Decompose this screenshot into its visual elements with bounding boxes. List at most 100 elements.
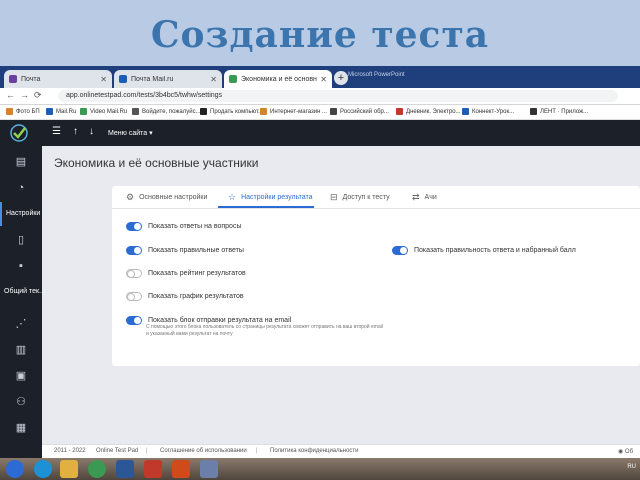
- bookmark-label: Video Mail.Ru: [90, 108, 128, 115]
- footer-link[interactable]: Политика конфиденциальности: [270, 448, 359, 454]
- tab-label: Почта: [21, 75, 41, 83]
- tab-label: Экономика и её основные уча: [241, 75, 317, 83]
- back-icon[interactable]: ←: [6, 90, 15, 100]
- sidebar-item-general-text[interactable]: Общий тек...: [0, 280, 60, 304]
- sidebar-item-stats-icon[interactable]: ▦: [0, 416, 42, 440]
- sidebar-item-settings[interactable]: Настройки: [0, 202, 42, 226]
- option-label: Показать правильность ответа и набранный…: [414, 247, 576, 254]
- bookmark-item[interactable]: Фото БП: [6, 108, 40, 115]
- arrow-up-icon[interactable]: ↑: [73, 126, 78, 137]
- footer-divider: |: [256, 448, 258, 454]
- toggle-switch[interactable]: [126, 246, 142, 255]
- sidebar-item-comment-icon[interactable]: ▪: [0, 254, 42, 278]
- url-field[interactable]: app.onlinetestpad.com/tests/3b4bc5/twhw/…: [58, 90, 618, 102]
- toggle-switch[interactable]: [126, 316, 142, 325]
- bookmark-item[interactable]: Mail.Ru: [46, 108, 76, 115]
- window-caption: Microsoft PowerPoint: [348, 72, 405, 78]
- option-show-correct-answers[interactable]: Показать правильные ответы: [126, 246, 244, 255]
- bookmark-label: ЛЕНТ · Прилож...: [540, 108, 589, 115]
- bookmarks-bar: Фото БП Mail.Ru Video Mail.Ru Войдите, п…: [0, 105, 640, 120]
- bookmark-icon: [330, 108, 337, 115]
- tab-basic-settings[interactable]: ⚙ Основные настройки: [126, 192, 207, 203]
- tab-result-settings[interactable]: ☆ Настройки результата: [228, 192, 313, 203]
- toggle-switch[interactable]: [126, 292, 142, 301]
- chrome-icon[interactable]: [88, 460, 106, 478]
- footer-link[interactable]: Соглашение об использовании: [160, 448, 247, 454]
- sidebar-item-image-icon[interactable]: ▣: [0, 364, 42, 388]
- sidebar-item-add-user-icon[interactable]: ⚇: [0, 390, 42, 414]
- footer-about-label: Об: [624, 449, 634, 455]
- hamburger-icon[interactable]: ☰: [52, 126, 61, 137]
- close-icon[interactable]: ✕: [100, 75, 107, 84]
- option-show-answers[interactable]: Показать ответы на вопросы: [126, 222, 241, 231]
- bookmark-icon: [462, 108, 469, 115]
- forward-icon[interactable]: →: [20, 90, 29, 100]
- ie-icon[interactable]: [34, 460, 52, 478]
- page-title: Экономика и её основные участники: [54, 156, 259, 170]
- toggle-knob: [400, 247, 407, 254]
- tab-label: Ачи: [424, 194, 437, 201]
- option-label: Показать рейтинг результатов: [148, 270, 246, 277]
- explorer-icon[interactable]: [60, 460, 78, 478]
- sidebar-item-chart-icon[interactable]: ⋰: [0, 312, 42, 336]
- browser-tab-active[interactable]: Экономика и её основные уча ✕: [224, 70, 332, 88]
- bookmark-item[interactable]: Войдите, пожалуйс...: [132, 108, 201, 115]
- filezilla-icon[interactable]: [144, 460, 162, 478]
- browser-tab[interactable]: Почта Mail.ru ✕: [114, 70, 222, 88]
- site-menu-button[interactable]: Меню сайта ▾: [108, 129, 153, 137]
- tab-test-access[interactable]: ⊟ Доступ к тесту: [330, 192, 390, 203]
- close-icon[interactable]: ✕: [210, 75, 217, 84]
- onlinetestpad-logo-icon[interactable]: [8, 123, 30, 143]
- powerpoint-icon[interactable]: [172, 460, 190, 478]
- footer-about-link[interactable]: ◉ Об: [618, 448, 633, 455]
- arrow-down-icon[interactable]: ↓: [89, 126, 94, 137]
- toggle-knob: [127, 270, 135, 278]
- footer-divider: |: [146, 448, 148, 454]
- sidebar-item-document-icon[interactable]: ▯: [0, 228, 42, 252]
- bookmark-item[interactable]: Коннект-Урок...: [462, 108, 514, 115]
- sidebar-item-clipboard-icon[interactable]: ▤: [0, 150, 42, 174]
- bookmark-item[interactable]: Российский обр...: [330, 108, 389, 115]
- toggle-switch[interactable]: [126, 222, 142, 231]
- address-bar: ← → ⟳ app.onlinetestpad.com/tests/3b4bc5…: [0, 88, 640, 105]
- language-indicator[interactable]: RU: [627, 464, 636, 470]
- option-show-results-graph[interactable]: Показать график результатов: [126, 292, 244, 301]
- bookmark-label: Фото БП: [16, 108, 40, 115]
- bookmark-label: Интернет-магазин ...: [270, 108, 328, 115]
- bookmark-item[interactable]: Video Mail.Ru: [80, 108, 127, 115]
- new-tab-button[interactable]: +: [334, 71, 348, 85]
- bookmark-label: Продать компьют...: [210, 108, 264, 115]
- start-icon[interactable]: [6, 460, 24, 478]
- settings-tabs: ⚙ Основные настройки ☆ Настройки результ…: [112, 186, 640, 209]
- word-icon[interactable]: [116, 460, 134, 478]
- option-label: Показать правильные ответы: [148, 247, 244, 254]
- tab-label: Почта Mail.ru: [131, 75, 174, 83]
- footer-link[interactable]: Online Test Pad: [96, 448, 138, 454]
- bookmark-item[interactable]: ЛЕНТ · Прилож...: [530, 108, 588, 115]
- bookmark-item[interactable]: Дневник. Электро...: [396, 108, 461, 115]
- sliders-icon: ⇄: [412, 192, 420, 202]
- reload-icon[interactable]: ⟳: [34, 90, 42, 101]
- bookmark-label: Российский обр...: [340, 108, 389, 115]
- sidebar-item-bars-icon[interactable]: ▥: [0, 338, 42, 362]
- toggle-switch[interactable]: [126, 269, 142, 278]
- bookmark-icon: [530, 108, 537, 115]
- browser-tabbar: Почта ✕ Почта Mail.ru ✕ Экономика и её о…: [0, 66, 640, 88]
- bookmark-item[interactable]: Продать компьют...: [200, 108, 263, 115]
- option-label: Показать ответы на вопросы: [148, 223, 242, 230]
- tab-extra[interactable]: ⇄ Ачи: [412, 192, 437, 203]
- option-show-rating[interactable]: Показать рейтинг результатов: [126, 269, 246, 278]
- favicon-icon: [119, 75, 127, 83]
- bookmark-item[interactable]: Интернет-магазин ...: [260, 108, 327, 115]
- tab-label: Настройки результата: [241, 194, 313, 201]
- option-show-correctness-score[interactable]: Показать правильность ответа и набранный…: [392, 246, 576, 255]
- active-tab-indicator: [218, 206, 314, 208]
- lock-icon: ⊟: [330, 192, 338, 202]
- browser-tab[interactable]: Почта ✕: [4, 70, 112, 88]
- settings-icon[interactable]: [200, 460, 218, 478]
- globe-icon: ◉: [618, 449, 624, 455]
- app-header: ☰ ↑ ↓ Меню сайта ▾: [0, 120, 640, 146]
- toggle-switch[interactable]: [392, 246, 408, 255]
- close-icon[interactable]: ✕: [320, 75, 327, 84]
- sidebar-item-dashboard-icon[interactable]: ◔: [0, 176, 42, 200]
